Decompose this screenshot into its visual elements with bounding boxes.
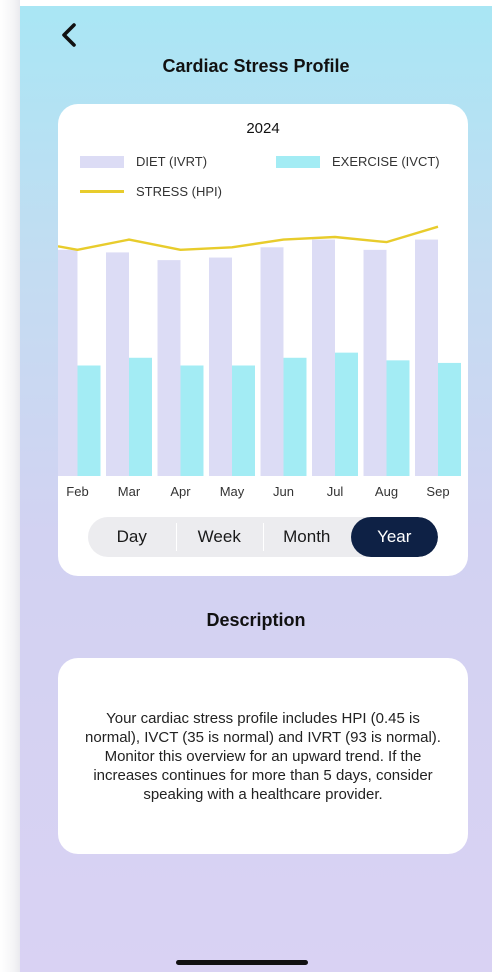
legend-label-exercise: EXERCISE (IVCT) xyxy=(332,154,440,169)
legend-label-stress: STRESS (HPI) xyxy=(136,184,222,199)
description-card: Your cardiac stress profile includes HPI… xyxy=(58,658,468,854)
bar-diet-aug xyxy=(363,249,387,476)
legend-item-stress: STRESS (HPI) xyxy=(80,184,222,199)
description-text: Your cardiac stress profile includes HPI… xyxy=(85,709,441,803)
chart-card: Feb Mar Apr May Jun Jul Aug Sep 2024 DIET (IVRT… xyxy=(58,104,468,576)
bar-exercise-jun xyxy=(283,357,307,476)
legend-label-diet: DIET (IVRT) xyxy=(136,154,208,169)
bar-exercise-apr xyxy=(180,365,204,476)
legend-swatch-stress xyxy=(80,190,124,193)
bar-diet-sep xyxy=(415,239,438,476)
description-heading: Description xyxy=(206,610,306,630)
bar-exercise-may xyxy=(232,365,255,476)
legend-item-diet: DIET (IVRT) xyxy=(80,154,207,169)
bar-exercise-aug xyxy=(386,360,410,476)
page-title: Cardiac Stress Profile xyxy=(162,56,350,76)
range-option-day[interactable]: Day xyxy=(88,517,176,557)
app-screen: Cardiac Stress Profile Feb Mar Apr May Jun Ju… xyxy=(20,6,492,972)
bar-diet-apr xyxy=(157,260,181,476)
x-tick-feb: Feb xyxy=(66,484,88,499)
x-tick-sep: Sep xyxy=(426,484,449,499)
x-tick-jul: Jul xyxy=(327,484,344,499)
x-tick-aug: Aug xyxy=(375,484,398,499)
range-selector: Day Week Month Year xyxy=(88,517,438,557)
screen-edge xyxy=(0,0,20,972)
home-indicator[interactable] xyxy=(176,960,308,965)
bar-diet-jul xyxy=(312,239,335,476)
bar-exercise-mar xyxy=(129,357,152,476)
x-tick-apr: Apr xyxy=(170,484,191,499)
range-option-year[interactable]: Year xyxy=(350,517,438,557)
chevron-left-icon xyxy=(62,23,76,47)
line-stress xyxy=(58,225,439,251)
legend-swatch-exercise xyxy=(276,155,320,168)
bar-diet-feb xyxy=(58,249,78,476)
bar-exercise-feb xyxy=(77,365,101,476)
bar-exercise-jul xyxy=(335,352,358,476)
bar-diet-may xyxy=(209,257,232,476)
bar-diet-mar xyxy=(106,252,129,476)
back-button[interactable] xyxy=(54,18,84,52)
x-tick-may: May xyxy=(220,484,245,499)
chart-title: 2024 xyxy=(246,120,280,137)
range-option-week[interactable]: Week xyxy=(175,517,264,557)
legend-swatch-diet xyxy=(80,155,124,168)
legend-item-exercise: EXERCISE (IVCT) xyxy=(276,154,440,169)
bar-exercise-sep xyxy=(438,362,461,476)
bar-diet-jun xyxy=(260,247,284,476)
x-tick-mar: Mar xyxy=(118,484,141,499)
range-option-month[interactable]: Month xyxy=(263,517,351,557)
x-tick-jun: Jun xyxy=(273,484,294,499)
